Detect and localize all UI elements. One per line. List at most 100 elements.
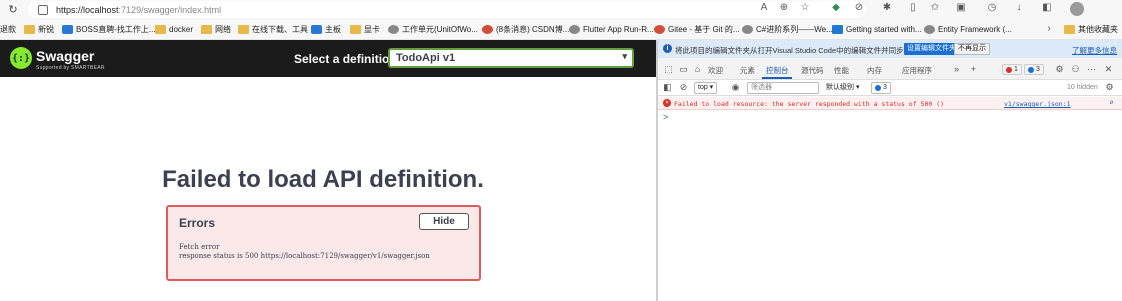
issue-dot-icon [875, 85, 881, 91]
lock-icon[interactable] [38, 4, 48, 15]
url-field[interactable]: https://localhost:7129/swagger/index.htm… [28, 1, 866, 18]
page-icon [311, 25, 322, 34]
more-tabs-icon[interactable]: » [951, 64, 962, 74]
close-icon[interactable]: ✕ [1103, 64, 1114, 75]
extension-shield-icon[interactable]: ◆ [829, 2, 843, 13]
console-error-text: Failed to load resource: the server resp… [674, 100, 945, 108]
devtools-panel: i 将此项目的编辑文件夹从打开Visual Studio Code中的编辑文件并… [658, 40, 1122, 301]
bookmark-item[interactable]: 主板 [311, 23, 341, 36]
device-toolbar-icon[interactable]: ▭ [678, 64, 689, 75]
more-options-icon[interactable]: ⋯ [1086, 64, 1097, 75]
issue-dot-icon [1028, 66, 1034, 73]
bookmark-item[interactable]: 退款 [0, 23, 16, 36]
gear-icon[interactable]: ⚙ [1054, 64, 1065, 75]
address-bar-row: ↻ https://localhost:7129/swagger/index.h… [0, 0, 1122, 19]
learn-more-link[interactable]: 了解更多信息 [1072, 45, 1117, 56]
boss-icon [62, 25, 73, 34]
errors-count-badge[interactable]: 1 [1002, 64, 1022, 75]
page-icon [742, 25, 753, 34]
tab-memory[interactable]: 内存 [867, 65, 882, 76]
bookmark-item[interactable]: 新锐 [24, 23, 54, 36]
error-message: Fetch error response status is 500 https… [179, 243, 430, 261]
bookmark-item[interactable]: Gitee - 基于 Git 的... [654, 23, 740, 36]
profile-icon[interactable]: ⚇ [1070, 64, 1081, 75]
folder-icon [155, 25, 166, 34]
inspect-icon[interactable]: ⬚ [663, 64, 674, 75]
set-edit-folder-button[interactable]: 设置编辑文件夹 [904, 43, 959, 55]
context-select[interactable]: top ▾ [694, 82, 718, 94]
bookmark-item[interactable]: 其他收藏夹 [1064, 23, 1118, 36]
bookmark-item[interactable]: 显卡 [350, 23, 380, 36]
error-x-icon: × [663, 99, 671, 107]
folder-icon [350, 25, 361, 34]
error-line-2: response status is 500 https://localhost… [179, 252, 430, 260]
page-icon [924, 25, 935, 34]
filter-input[interactable]: 筛选器 [747, 82, 819, 94]
tab-console[interactable]: 控制台 [766, 65, 789, 76]
info-icon: i [663, 44, 672, 53]
console-error-source-link[interactable]: v1/swagger.json:1 [1004, 100, 1071, 108]
apps-icon[interactable]: ◧ [1040, 2, 1054, 13]
bookmark-item[interactable]: docker [155, 23, 193, 36]
split-screen-icon[interactable]: ▯ [906, 2, 920, 13]
bookmark-item[interactable]: BOSS直聘-找工作上... [62, 23, 156, 36]
puzzle-icon[interactable]: ✱ [880, 2, 894, 13]
tab-sources[interactable]: 源代码 [801, 65, 824, 76]
bookmark-item[interactable]: Getting started with... [832, 23, 922, 36]
bookmark-item[interactable]: Flutter App Run-R... [569, 23, 654, 36]
bookmark-item[interactable]: 工作单元(UnitOfWo... [388, 23, 478, 36]
bookmark-item[interactable]: C#进阶系列——We... [742, 23, 833, 36]
swagger-logo-icon[interactable]: {:} [10, 47, 32, 69]
folder-icon [1064, 25, 1075, 34]
hidden-count: 10 hidden [1067, 84, 1098, 91]
dont-show-again-button[interactable]: 不再显示 [954, 43, 990, 55]
tab-application[interactable]: 应用程序 [902, 65, 932, 76]
reload-icon[interactable]: ↻ [6, 3, 20, 16]
bookmark-item[interactable]: (8条消息) CSDN博... [482, 23, 569, 36]
active-tab-indicator [762, 77, 792, 79]
bookmark-item[interactable]: 网络 [201, 23, 231, 36]
errors-title: Errors [179, 216, 216, 230]
downloads-icon[interactable]: ↓ [1012, 2, 1026, 13]
chevron-right-icon[interactable]: › [1042, 23, 1056, 34]
read-aloud-icon[interactable]: A [757, 2, 771, 13]
history-icon[interactable]: ◷ [985, 2, 999, 13]
tab-welcome[interactable]: 欢迎 [708, 65, 723, 76]
tab-elements[interactable]: 元素 [740, 65, 755, 76]
console-toolbar: ◧ ⊘ top ▾ ◉ 筛选器 默认级别 ▾ 3 10 hidden ⚙ [658, 80, 1122, 96]
bookmark-item[interactable]: Entity Framework (... [924, 23, 1012, 36]
favorites-icon[interactable]: ✩ [928, 2, 942, 13]
flutter-icon [569, 25, 580, 34]
issues-badge[interactable]: 3 [871, 82, 891, 94]
search-icon[interactable]: ⌕ [1106, 98, 1117, 107]
swagger-sub: Supported by SMARTBEAR [36, 65, 105, 71]
page-icon [388, 25, 399, 34]
clear-console-icon[interactable]: ⊘ [678, 82, 689, 93]
log-level-select[interactable]: 默认级别 ▾ [823, 82, 862, 94]
swagger-name: Swagger [36, 48, 95, 64]
sidebar-toggle-icon[interactable]: ◧ [662, 82, 673, 93]
hide-button[interactable]: Hide [419, 213, 469, 230]
errors-panel: Errors Hide Fetch error response status … [166, 205, 481, 281]
collections-icon[interactable]: ▣ [954, 2, 968, 13]
chevron-down-icon: ▾ [622, 51, 627, 61]
favorite-star-icon[interactable]: ☆ [798, 2, 812, 13]
console-settings-gear-icon[interactable]: ⚙ [1104, 82, 1115, 93]
devtools-tabs: ⬚ ▭ ⌂ 欢迎 元素 控制台 源代码 性能 内存 应用程序 » + 1 3 ⚙… [658, 58, 1122, 80]
profile-avatar[interactable] [1070, 2, 1084, 16]
extension-disabled-icon[interactable]: ⊘ [852, 2, 866, 13]
vscode-icon [832, 25, 843, 34]
folder-icon [24, 25, 35, 34]
issues-count-badge[interactable]: 3 [1024, 64, 1044, 75]
home-icon[interactable]: ⌂ [692, 64, 703, 74]
console-error-row[interactable]: × Failed to load resource: the server re… [658, 97, 1122, 110]
bookmark-item[interactable]: 在线下载、工具 [238, 23, 308, 36]
error-line-1: Fetch error [179, 243, 220, 251]
page-title: Failed to load API definition. [162, 166, 484, 193]
add-tab-icon[interactable]: + [968, 64, 979, 74]
zoom-icon[interactable]: ⊕ [777, 2, 791, 13]
eye-icon[interactable]: ◉ [730, 82, 741, 93]
console-prompt[interactable]: > [663, 112, 668, 122]
definition-select[interactable]: TodoApi v1 ▾ [388, 48, 634, 68]
tab-performance[interactable]: 性能 [834, 65, 849, 76]
